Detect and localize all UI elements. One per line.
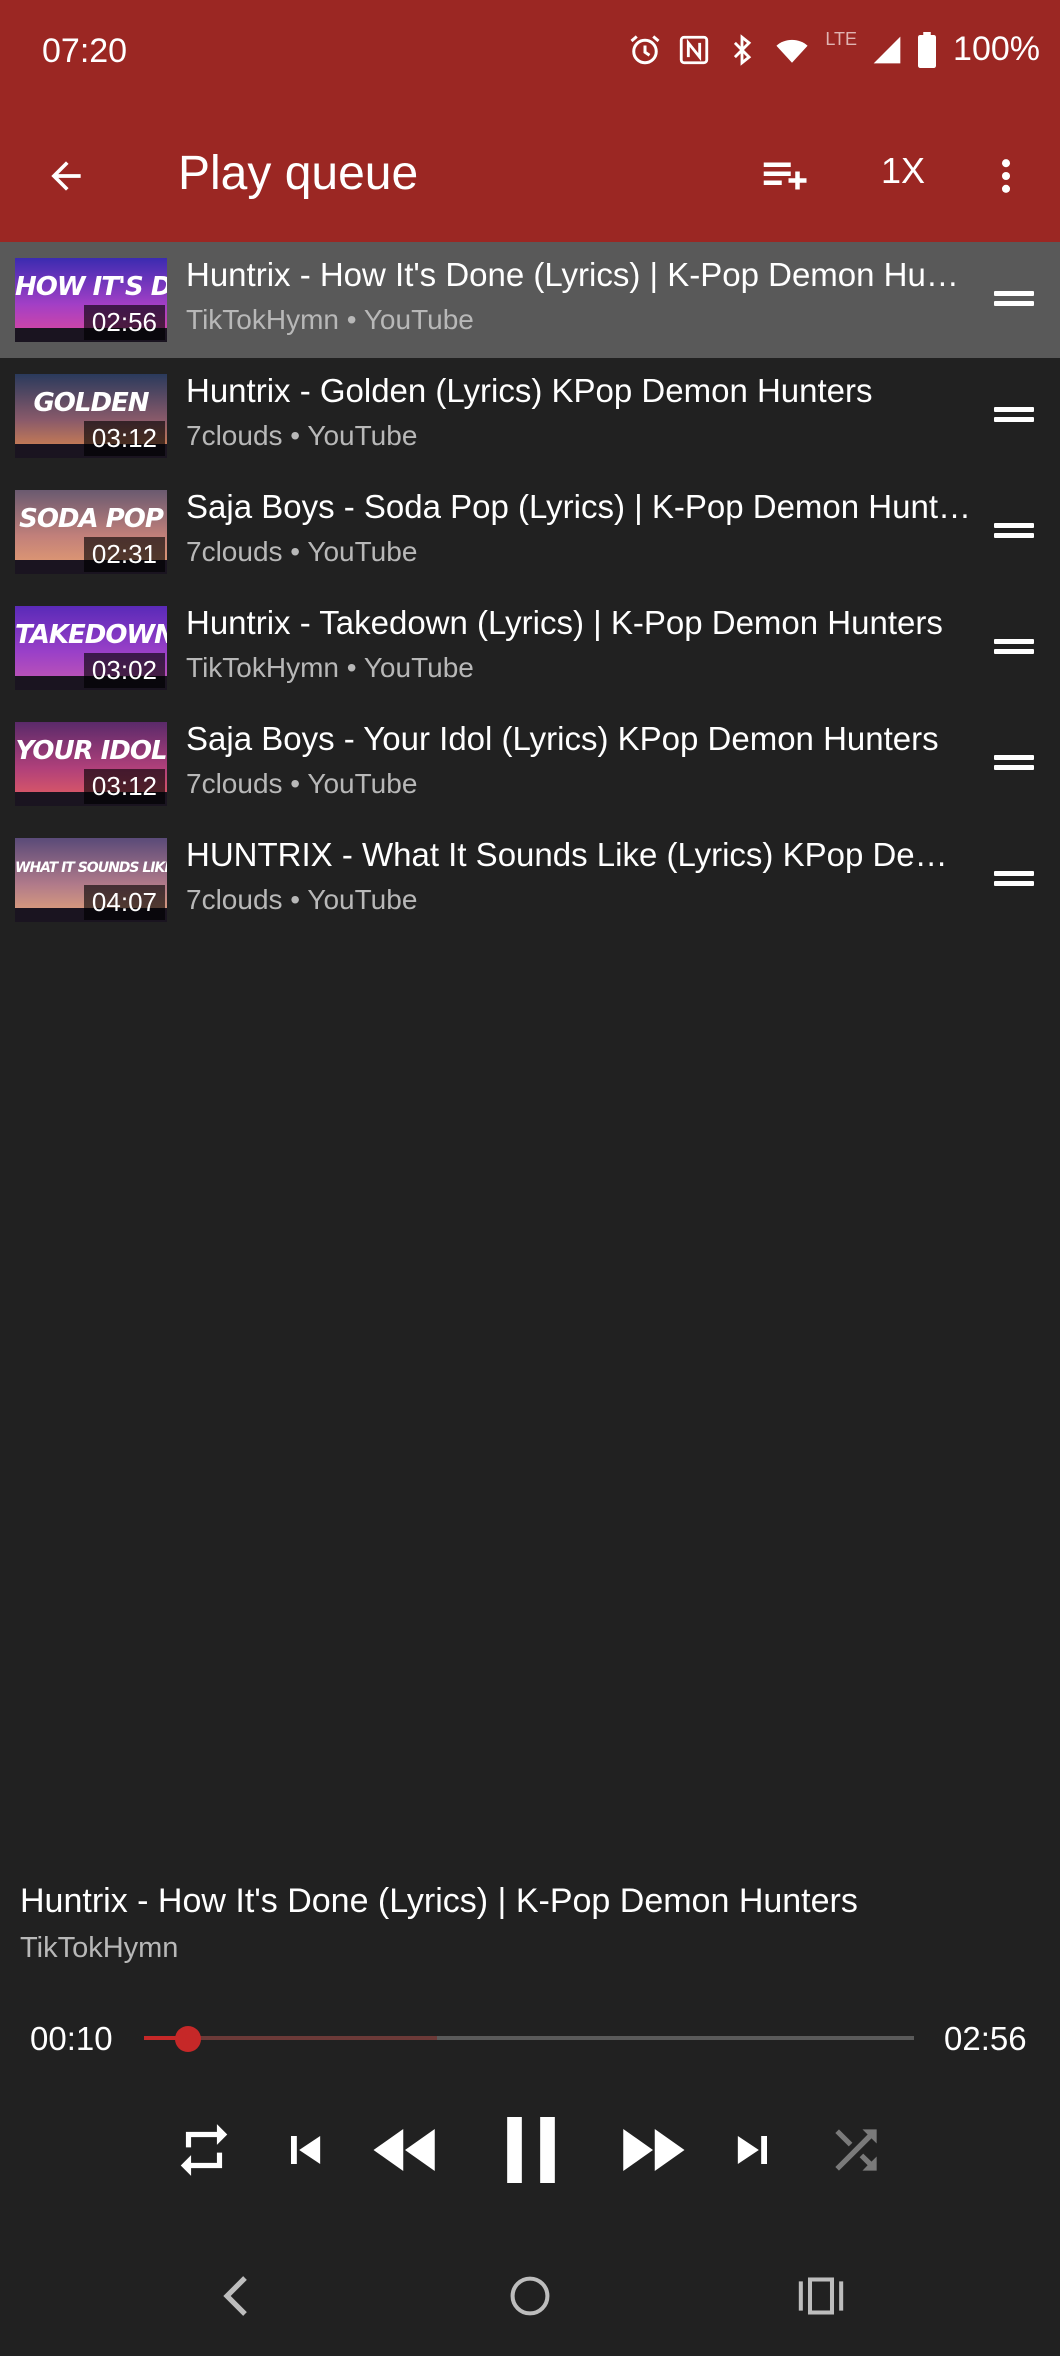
queue-item[interactable]: SODA POP 02:31 Saja Boys - Soda Pop (Lyric… <box>0 474 1060 590</box>
video-thumbnail: GOLDEN 03:12 <box>15 374 167 458</box>
queue-item-subtitle: 7clouds • YouTube <box>186 420 418 451</box>
player-controls <box>0 2100 1060 2200</box>
repeat-button[interactable] <box>168 2100 240 2200</box>
app-bar: Play queue 1X <box>0 108 1060 242</box>
system-nav-bar <box>0 2236 1060 2356</box>
pause-icon <box>507 2117 555 2183</box>
queue-item[interactable]: TAKEDOWN 03:02 Huntrix - Takedown (Lyrics)… <box>0 590 1060 706</box>
queue-item-title: Huntrix - Golden (Lyrics) KPop Demon Hun… <box>186 372 873 409</box>
skip-next-icon <box>737 2136 767 2164</box>
wifi-icon <box>776 39 808 63</box>
queue-item-title: Huntrix - How It's Done (Lyrics) | K-Pop… <box>186 256 972 293</box>
rewind-icon <box>373 2129 435 2171</box>
queue-item[interactable]: WHAT IT SOUNDS LIKE 04:07 HUNTRIX - What I… <box>0 822 1060 938</box>
fast-forward-button[interactable] <box>608 2100 698 2200</box>
thumbnail-text: TAKEDOWN <box>15 620 167 650</box>
skip-previous-icon <box>291 2136 321 2164</box>
status-icons: LTE 100% <box>627 29 1040 69</box>
thumbnail-text: YOUR IDOL <box>15 736 167 766</box>
nav-back-icon <box>223 2276 247 2316</box>
status-bar: 07:20 LTE 100% <box>0 0 1060 108</box>
now-playing-channel: TikTokHymn <box>20 1932 179 1964</box>
queue-item-title: HUNTRIX - What It Sounds Like (Lyrics) K… <box>186 836 972 873</box>
video-thumbnail: WHAT IT SOUNDS LIKE 04:07 <box>15 838 167 922</box>
nav-back-button[interactable] <box>192 2254 282 2338</box>
back-button[interactable] <box>34 144 98 208</box>
duration-badge: 03:02 <box>83 653 165 688</box>
queue-item-title: Huntrix - Takedown (Lyrics) | K-Pop Demo… <box>186 604 943 641</box>
drag-handle-icon[interactable] <box>994 285 1034 315</box>
queue-list: HOW IT'S DONE02:56 Huntrix - How It's Don… <box>0 242 1060 938</box>
more-vert-icon <box>1001 159 1011 193</box>
queue-item-title: Saja Boys - Your Idol (Lyrics) KPop Demo… <box>186 720 939 757</box>
thumbnail-text: HOW IT'S DONE <box>15 272 167 302</box>
duration-badge: 02:56 <box>83 305 165 340</box>
signal-icon <box>873 36 901 63</box>
nav-home-button[interactable] <box>485 2254 575 2338</box>
nfc-icon <box>680 35 709 64</box>
alarm-icon <box>630 34 660 64</box>
skip-previous-button[interactable] <box>272 2100 338 2200</box>
queue-item-title: Saja Boys - Soda Pop (Lyrics) | K-Pop De… <box>186 488 972 525</box>
drag-handle-icon[interactable] <box>994 749 1034 779</box>
queue-item[interactable]: HOW IT'S DONE02:56 Huntrix - How It's Don… <box>0 242 1060 358</box>
video-thumbnail: HOW IT'S DONE02:56 <box>15 258 167 342</box>
rewind-button[interactable] <box>360 2100 450 2200</box>
nav-home-icon <box>510 2276 550 2316</box>
shuffle-button[interactable] <box>820 2100 892 2200</box>
drag-handle-icon[interactable] <box>994 517 1034 547</box>
playlist-add-button[interactable] <box>752 144 816 208</box>
drag-handle-icon[interactable] <box>994 865 1034 895</box>
current-time: 00:10 <box>30 2020 113 2057</box>
queue-item[interactable]: GOLDEN 03:12 Huntrix - Golden (Lyrics) KPo… <box>0 358 1060 474</box>
page-title: Play queue <box>178 147 419 200</box>
more-options-button[interactable] <box>974 144 1038 208</box>
thumbnail-text: SODA POP <box>19 504 164 534</box>
queue-item-subtitle: TikTokHymn • YouTube <box>186 652 474 683</box>
skip-next-button[interactable] <box>720 2100 786 2200</box>
drag-handle-icon[interactable] <box>994 633 1034 663</box>
fast-forward-icon <box>623 2129 685 2171</box>
video-thumbnail: YOUR IDOL 03:12 <box>15 722 167 806</box>
queue-item-subtitle: 7clouds • YouTube <box>186 536 418 567</box>
pause-button[interactable] <box>484 2100 578 2200</box>
duration-badge: 03:12 <box>83 421 165 456</box>
queue-item-subtitle: 7clouds • YouTube <box>186 768 418 799</box>
back-arrow-icon <box>51 161 81 191</box>
duration-badge: 03:12 <box>83 769 165 804</box>
shuffle-icon <box>835 2129 877 2171</box>
duration-badge: 02:31 <box>83 537 165 572</box>
queue-item-subtitle: TikTokHymn • YouTube <box>186 304 474 335</box>
playback-speed-button[interactable]: 1X <box>868 150 938 192</box>
bluetooth-icon <box>734 33 752 66</box>
battery-level: 100% <box>953 30 1040 68</box>
status-time: 07:20 <box>42 32 128 70</box>
repeat-icon <box>180 2124 228 2176</box>
battery-icon <box>918 31 937 68</box>
queue-item[interactable]: YOUR IDOL 03:12 Saja Boys - Your Idol (Lyr… <box>0 706 1060 822</box>
playlist-add-icon <box>763 162 807 190</box>
seek-thumb[interactable] <box>174 2026 201 2052</box>
drag-handle-icon[interactable] <box>994 401 1034 431</box>
video-thumbnail: TAKEDOWN 03:02 <box>15 606 167 690</box>
video-thumbnail: SODA POP 02:31 <box>15 490 167 574</box>
nav-recents-button[interactable] <box>776 2254 866 2338</box>
duration-badge: 04:07 <box>83 885 165 920</box>
thumbnail-text: GOLDEN <box>33 388 149 418</box>
total-time: 02:56 <box>944 2020 1027 2057</box>
seek-bar[interactable] <box>144 2026 914 2052</box>
thumbnail-text: WHAT IT SOUNDS LIKE <box>15 860 167 876</box>
now-playing-title: Huntrix - How It's Done (Lyrics) | K-Pop… <box>20 1882 858 1920</box>
network-type: LTE <box>825 29 858 49</box>
nav-recents-icon <box>798 2277 844 2315</box>
queue-item-subtitle: 7clouds • YouTube <box>186 884 418 915</box>
